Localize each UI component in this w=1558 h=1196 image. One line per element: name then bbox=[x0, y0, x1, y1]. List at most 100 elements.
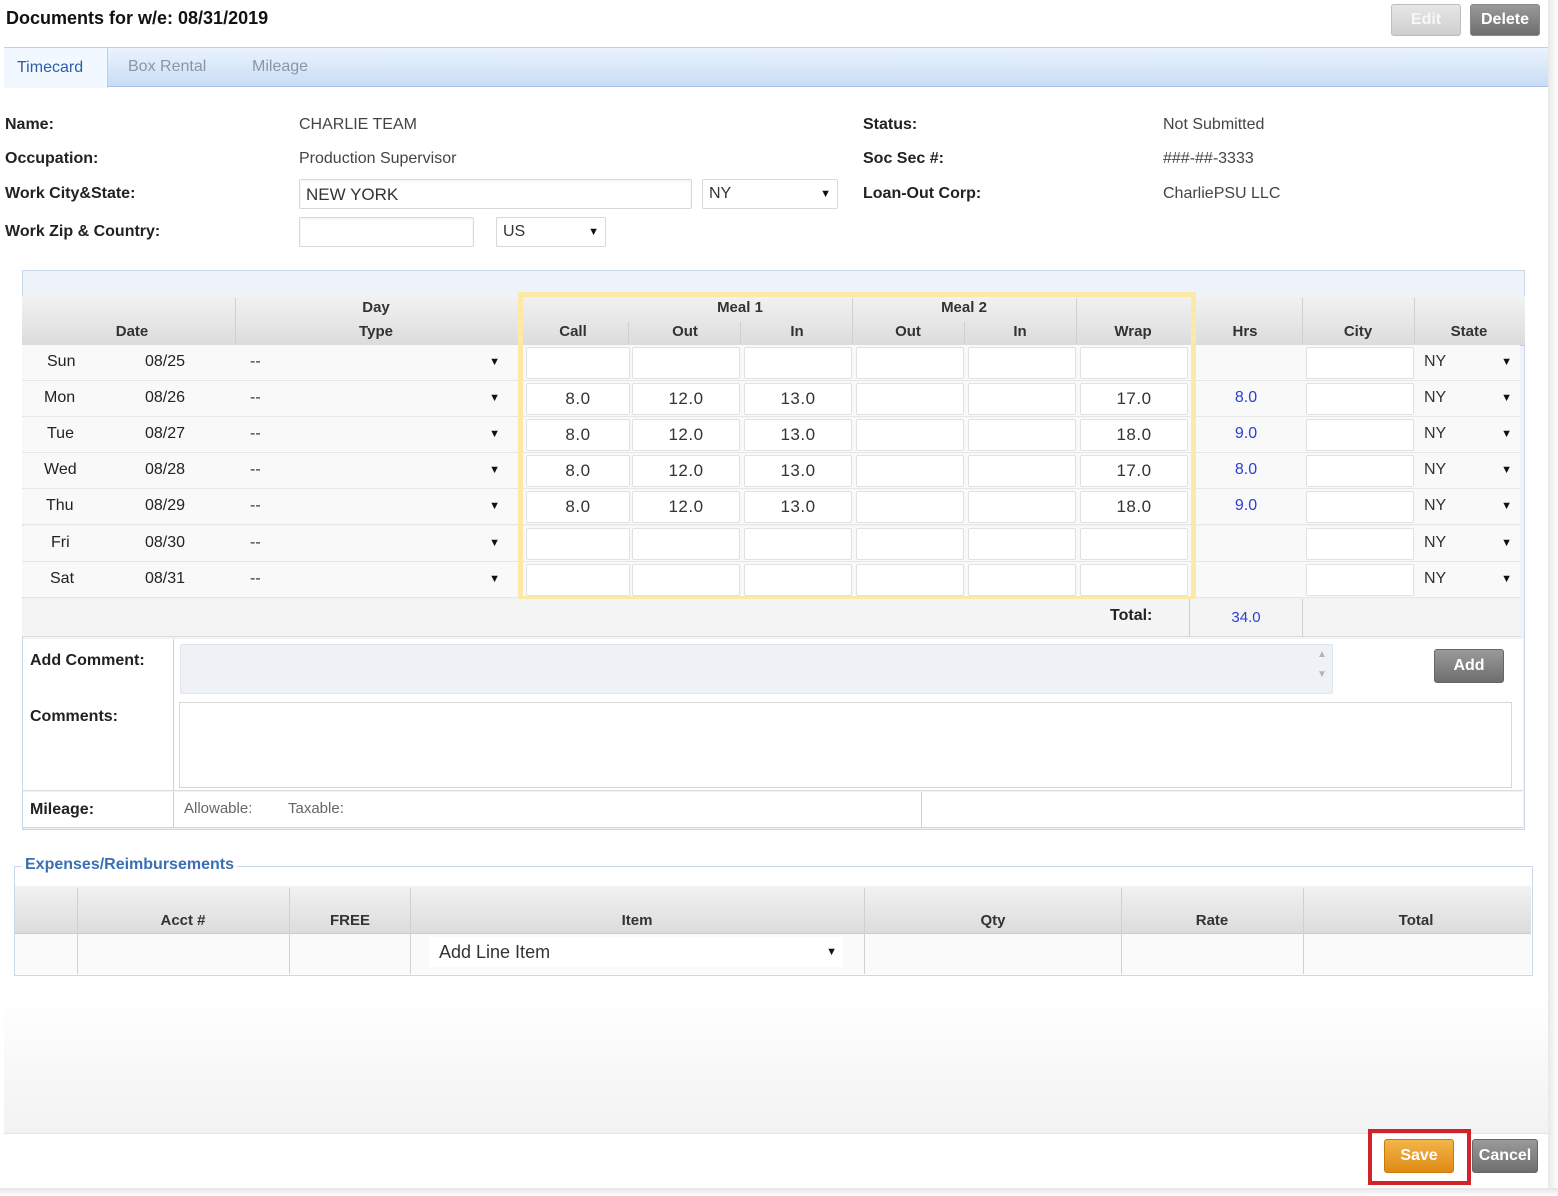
tab-box-rental[interactable]: Box Rental bbox=[128, 48, 238, 86]
meal2-in-input[interactable] bbox=[968, 455, 1076, 487]
row-date: 08/29 bbox=[145, 497, 186, 514]
meal1-out-input[interactable]: 12.0 bbox=[632, 491, 740, 523]
wrap-input[interactable]: 18.0 bbox=[1080, 491, 1188, 523]
day-type-select[interactable]: -- ▼ bbox=[244, 491, 506, 521]
state-select[interactable]: NY ▼ bbox=[1418, 455, 1518, 485]
row-hrs: 8.0 bbox=[1234, 461, 1258, 478]
meal2-out-input[interactable] bbox=[856, 564, 964, 596]
timecard-row: Wed 08/28 -- ▼ 8.0 12.0 13.0 17.0 8.0 NY… bbox=[22, 453, 1520, 489]
call-input[interactable]: 8.0 bbox=[526, 491, 630, 523]
in1-header: In bbox=[790, 323, 804, 340]
meal1-in-input[interactable] bbox=[744, 528, 852, 560]
meal1-out-input[interactable] bbox=[632, 528, 740, 560]
day-type-select[interactable]: -- ▼ bbox=[244, 347, 506, 377]
tab-mileage[interactable]: Mileage bbox=[252, 48, 332, 86]
meal1-in-input[interactable]: 13.0 bbox=[744, 491, 852, 523]
row-day: Thu bbox=[46, 497, 74, 514]
city-input[interactable] bbox=[1306, 383, 1414, 415]
day-type-select[interactable]: -- ▼ bbox=[244, 419, 506, 449]
meal2-in-input[interactable] bbox=[968, 383, 1076, 415]
meal1-out-input[interactable]: 12.0 bbox=[632, 383, 740, 415]
footer-bar bbox=[4, 1133, 1548, 1188]
cancel-button[interactable]: Cancel bbox=[1472, 1139, 1538, 1173]
state-value: NY bbox=[1424, 353, 1447, 370]
timecard-row: Mon 08/26 -- ▼ 8.0 12.0 13.0 17.0 8.0 NY… bbox=[22, 381, 1520, 417]
state-select[interactable]: NY ▼ bbox=[1418, 564, 1518, 594]
work-city-input[interactable]: NEW YORK bbox=[299, 179, 692, 209]
meal2-in-input[interactable] bbox=[968, 491, 1076, 523]
chevron-up-icon: ▲ bbox=[1317, 649, 1327, 660]
state-select[interactable]: NY ▼ bbox=[1418, 419, 1518, 449]
meal1-in-input[interactable]: 13.0 bbox=[744, 419, 852, 451]
call-input[interactable]: 8.0 bbox=[526, 455, 630, 487]
column-divider bbox=[921, 792, 922, 828]
wrap-input[interactable] bbox=[1080, 564, 1188, 596]
wrap-input[interactable] bbox=[1080, 347, 1188, 379]
wrap-input[interactable]: 17.0 bbox=[1080, 383, 1188, 415]
call-input[interactable] bbox=[526, 564, 630, 596]
call-input[interactable]: 8.0 bbox=[526, 383, 630, 415]
work-zip-input[interactable] bbox=[299, 217, 474, 247]
city-input[interactable] bbox=[1306, 455, 1414, 487]
wrap-input[interactable]: 18.0 bbox=[1080, 419, 1188, 451]
chevron-down-icon: ▼ bbox=[588, 226, 599, 238]
city-input[interactable] bbox=[1306, 528, 1414, 560]
call-input[interactable] bbox=[526, 528, 630, 560]
state-select[interactable]: NY ▼ bbox=[1418, 491, 1518, 521]
meal1-in-input[interactable] bbox=[744, 347, 852, 379]
meal1-header: Meal 1 bbox=[717, 299, 763, 316]
day-type-select[interactable]: -- ▼ bbox=[244, 383, 506, 413]
meal2-in-input[interactable] bbox=[968, 419, 1076, 451]
meal2-out-input[interactable] bbox=[856, 419, 964, 451]
state-select[interactable]: NY ▼ bbox=[1418, 528, 1518, 558]
city-input[interactable] bbox=[1306, 564, 1414, 596]
country-select[interactable]: US ▼ bbox=[496, 217, 606, 247]
meal2-out-input[interactable] bbox=[856, 347, 964, 379]
day-type-value: -- bbox=[250, 534, 261, 551]
meal2-in-input[interactable] bbox=[968, 528, 1076, 560]
city-input[interactable] bbox=[1306, 347, 1414, 379]
wrap-input[interactable] bbox=[1080, 528, 1188, 560]
day-type-select[interactable]: -- ▼ bbox=[244, 564, 506, 594]
work-zip-label: Work Zip & Country: bbox=[5, 223, 161, 240]
city-input[interactable] bbox=[1306, 491, 1414, 523]
add-comment-button[interactable]: Add bbox=[1434, 649, 1504, 683]
add-comment-input[interactable] bbox=[180, 644, 1333, 694]
state-select[interactable]: NY ▼ bbox=[1418, 383, 1518, 413]
call-input[interactable]: 8.0 bbox=[526, 419, 630, 451]
meal2-out-input[interactable] bbox=[856, 455, 964, 487]
column-divider bbox=[964, 322, 965, 344]
comment-scrollbar[interactable]: ▲ ▼ bbox=[1313, 645, 1331, 693]
meal1-out-input[interactable] bbox=[632, 564, 740, 596]
wrap-input[interactable]: 17.0 bbox=[1080, 455, 1188, 487]
day-type-select[interactable]: -- ▼ bbox=[244, 455, 506, 485]
mileage-row: Mileage: Allowable: Taxable: bbox=[23, 792, 1523, 828]
meal2-in-input[interactable] bbox=[968, 564, 1076, 596]
column-divider bbox=[235, 298, 236, 344]
add-comment-label: Add Comment: bbox=[30, 652, 145, 669]
state-value: NY bbox=[1424, 570, 1447, 587]
meal1-out-input[interactable]: 12.0 bbox=[632, 455, 740, 487]
state-select[interactable]: NY ▼ bbox=[1418, 347, 1518, 377]
total-row: Total: 34.0 bbox=[22, 599, 1520, 637]
meal2-in-input[interactable] bbox=[968, 347, 1076, 379]
meal2-out-input[interactable] bbox=[856, 491, 964, 523]
meal2-out-input[interactable] bbox=[856, 383, 964, 415]
meal1-in-input[interactable]: 13.0 bbox=[744, 455, 852, 487]
day-type-value: -- bbox=[250, 497, 261, 514]
meal1-in-input[interactable]: 13.0 bbox=[744, 383, 852, 415]
comments-section: Add Comment: ▲ ▼ Comments: bbox=[23, 639, 1523, 791]
work-state-select[interactable]: NY ▼ bbox=[702, 179, 838, 209]
day-type-select[interactable]: -- ▼ bbox=[244, 528, 506, 558]
delete-button[interactable]: Delete bbox=[1470, 4, 1540, 36]
column-divider bbox=[628, 322, 629, 344]
call-input[interactable] bbox=[526, 347, 630, 379]
meal1-out-input[interactable] bbox=[632, 347, 740, 379]
meal2-out-input[interactable] bbox=[856, 528, 964, 560]
meal1-out-input[interactable]: 12.0 bbox=[632, 419, 740, 451]
tab-timecard[interactable]: Timecard bbox=[4, 48, 108, 88]
edit-button[interactable]: Edit bbox=[1391, 4, 1461, 36]
meal1-in-input[interactable] bbox=[744, 564, 852, 596]
add-line-item-select[interactable]: Add Line Item ▼ bbox=[429, 937, 843, 967]
city-input[interactable] bbox=[1306, 419, 1414, 451]
